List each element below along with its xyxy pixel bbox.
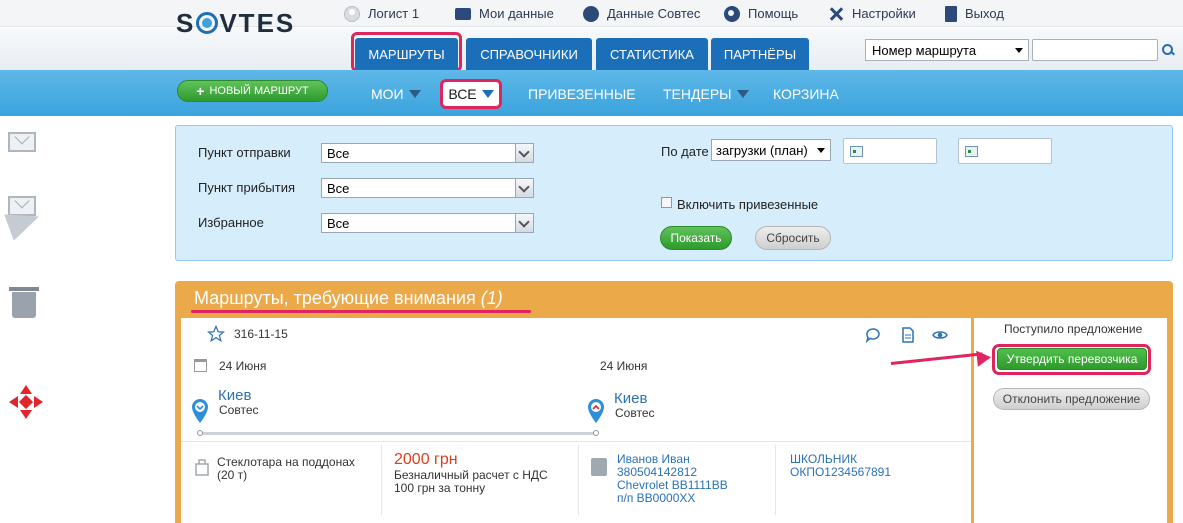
calendar-icon[interactable]: [850, 146, 863, 157]
chevron-down-icon: [515, 179, 533, 197]
include-delivered-label: Включить привезенные: [677, 197, 819, 212]
reset-button[interactable]: Сбросить: [755, 226, 831, 250]
tools-icon: [828, 6, 844, 22]
arrival-select[interactable]: Все: [321, 178, 534, 198]
card-divider: [181, 441, 971, 442]
driver-phone[interactable]: 380504142812: [617, 465, 697, 479]
title-underline-annotation: [191, 310, 531, 313]
include-delivered-checkbox[interactable]: [661, 197, 672, 208]
nova-poshta-icon[interactable]: [9, 385, 43, 419]
reject-offer-button[interactable]: Отклонить предложение: [993, 388, 1150, 410]
id-card-icon: [455, 7, 471, 20]
user-icon: [344, 5, 360, 22]
to-city: Киев: [614, 390, 648, 407]
exit-icon: [945, 5, 957, 22]
column-separator: [578, 445, 579, 515]
favorite-label: Избранное: [198, 215, 264, 230]
date-to-input[interactable]: [958, 138, 1052, 164]
comment-icon[interactable]: [865, 327, 881, 344]
eye-icon[interactable]: [932, 327, 948, 343]
route-number-select[interactable]: Номер маршрута: [865, 39, 1029, 61]
annotation-arrow-head: [976, 349, 992, 367]
route-card: [181, 318, 971, 523]
search-icon[interactable]: [1162, 44, 1174, 56]
departure-label: Пункт отправки: [198, 145, 291, 160]
favorite-select[interactable]: Все: [321, 213, 534, 233]
dropdown-arrow-icon: [1015, 48, 1023, 53]
document-icon[interactable]: [900, 327, 916, 343]
vehicle[interactable]: Chevrolet BB1111BB: [617, 478, 728, 492]
arrival-pin-icon: [586, 398, 606, 426]
my-data-link[interactable]: Мои данные: [455, 5, 554, 22]
date-type-select[interactable]: загрузки (план): [711, 139, 831, 161]
tab-partners[interactable]: ПАРТНЁРЫ: [711, 38, 809, 70]
driver-name[interactable]: Иванов Иван: [617, 452, 690, 466]
trash-icon[interactable]: [9, 287, 39, 318]
departure-pin-icon: [190, 398, 210, 426]
price-per-ton: 100 грн за тонну: [394, 481, 486, 495]
departure-select[interactable]: Все: [321, 143, 534, 163]
payment-type: Безналичный расчет с НДС: [394, 468, 548, 482]
by-date-label: По дате: [661, 144, 709, 159]
nav-mine[interactable]: МОИ: [371, 86, 421, 102]
lifebuoy-icon: [724, 5, 740, 22]
show-button[interactable]: Показать: [660, 226, 732, 250]
column-separator: [775, 445, 776, 515]
route-track: [200, 432, 597, 435]
dropdown-triangle-icon: [736, 90, 749, 98]
end-dot: [593, 430, 599, 436]
date-from: 24 Июня: [219, 359, 267, 373]
arrival-label: Пункт прибытия: [198, 180, 295, 195]
settings-link[interactable]: Настройки: [828, 5, 916, 22]
calendar-icon: [194, 359, 207, 372]
cargo-name: Стеклотара на поддонах: [217, 455, 355, 469]
search-input[interactable]: [1032, 39, 1158, 61]
to-company: Совтес: [615, 406, 655, 420]
dropdown-arrow-icon: [817, 148, 825, 153]
globe-icon: [583, 5, 599, 22]
trailer[interactable]: п/п BB0000XX: [617, 491, 695, 505]
from-company: Совтес: [219, 403, 259, 417]
chevron-down-icon: [515, 144, 533, 162]
user-name: Логист 1: [368, 6, 420, 21]
tab-directories[interactable]: СПРАВОЧНИКИ: [466, 38, 592, 70]
cargo-icon: [194, 458, 210, 476]
user-menu[interactable]: Логист 1: [344, 5, 419, 22]
star-icon[interactable]: [206, 324, 226, 343]
nav-delivered[interactable]: ПРИВЕЗЕННЫЕ: [528, 86, 636, 102]
approve-highlight-annotation: [992, 344, 1151, 375]
carrier-name[interactable]: ШКОЛЬНИК: [790, 452, 857, 466]
tab-statistics[interactable]: СТАТИСТИКА: [596, 38, 708, 70]
chevron-down-icon: [515, 214, 533, 232]
truck-icon: [591, 458, 607, 476]
carrier-okpo[interactable]: ОКПО1234567891: [790, 465, 891, 479]
plus-icon: +: [196, 83, 205, 99]
calendar-icon[interactable]: [965, 146, 978, 157]
start-dot: [197, 430, 203, 436]
nav-trash[interactable]: КОРЗИНА: [773, 86, 839, 102]
nav-all[interactable]: ВСЕ: [440, 79, 502, 109]
date-to: 24 Июня: [600, 359, 648, 373]
price: 2000 грн: [394, 451, 458, 468]
dropdown-triangle-icon: [481, 90, 494, 98]
logo[interactable]: S VTES: [176, 8, 295, 39]
contact-mail-icon[interactable]: [8, 132, 36, 152]
company-data-link[interactable]: Данные Совтес: [583, 5, 700, 22]
logout-link[interactable]: Выход: [945, 5, 1004, 22]
nav-tenders[interactable]: ТЕНДЕРЫ: [663, 86, 749, 102]
date-from-input[interactable]: [843, 138, 937, 164]
attention-title: Маршруты, требующие внимания (1): [194, 288, 503, 308]
help-link[interactable]: Помощь: [724, 5, 798, 22]
cargo-weight: (20 т): [217, 468, 248, 482]
from-city: Киев: [218, 387, 252, 404]
column-separator: [381, 445, 382, 515]
new-route-button[interactable]: + НОВЫЙ МАРШРУТ: [177, 80, 328, 102]
offer-status: Поступило предложение: [1004, 322, 1143, 336]
routes-tab-highlight: [351, 32, 462, 72]
dropdown-triangle-icon: [408, 90, 421, 98]
route-id[interactable]: 316-11-15: [234, 327, 288, 341]
